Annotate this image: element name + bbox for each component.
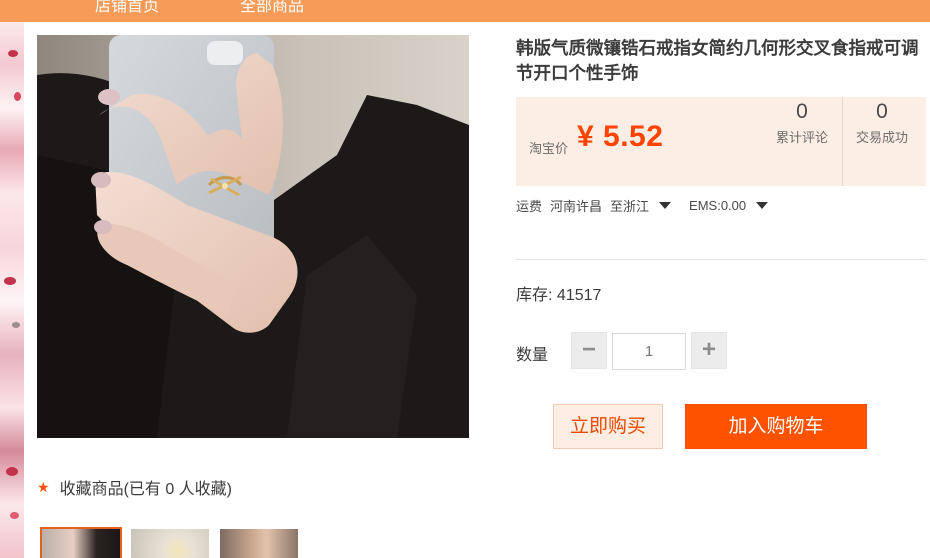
reviews-stat[interactable]: 0 累计评论: [762, 99, 842, 146]
side-decoration: [0, 22, 24, 558]
divider: [516, 259, 926, 260]
nav-all-products-link[interactable]: 全部商品: [240, 0, 304, 16]
dropdown-caret-icon[interactable]: [756, 202, 769, 209]
reviews-label: 累计评论: [775, 130, 828, 145]
favorite-text: 收藏商品(已有 0 人收藏): [59, 481, 233, 498]
sales-count: 0: [876, 100, 888, 123]
buy-now-button[interactable]: 立即购买: [553, 404, 663, 449]
thumbnail-3[interactable]: [218, 527, 300, 558]
sales-label: 交易成功: [855, 130, 908, 145]
ship-to[interactable]: 至浙江: [610, 196, 649, 215]
reviews-count: 0: [796, 100, 808, 123]
ring-photo: [37, 35, 469, 438]
shipping-label: 运费: [516, 199, 543, 214]
ship-from: 河南许昌: [550, 199, 603, 214]
price-label: 淘宝价: [529, 141, 569, 156]
minus-icon[interactable]: −: [571, 332, 607, 369]
ems-fee[interactable]: EMS:0.00: [689, 198, 746, 213]
favorite-row[interactable]: ★ 收藏商品(已有 0 人收藏): [37, 476, 233, 499]
plus-icon[interactable]: +: [691, 332, 727, 369]
nav-shop-home-link[interactable]: 店铺首页: [95, 0, 159, 16]
add-to-cart-button[interactable]: 加入购物车: [685, 404, 867, 449]
product-title: 韩版气质微镶锆石戒指女简约几何形交叉食指戒可调节开口个性手饰: [516, 38, 919, 83]
shipping-row: 运费 河南许昌 至浙江 EMS:0.00: [516, 196, 769, 215]
thumbnail-strip: [40, 527, 300, 558]
thumbnail-1[interactable]: [40, 527, 122, 558]
star-icon: ★: [37, 478, 50, 495]
sales-stat: 0 交易成功: [842, 99, 922, 146]
quantity-input[interactable]: [612, 333, 686, 370]
price-box: 淘宝价 ¥ 5.52 0 累计评论 0 交易成功: [516, 97, 926, 186]
quantity-label: 数量: [516, 347, 549, 364]
stock-info: 库存: 41517: [516, 287, 602, 304]
price-value: ¥ 5.52: [577, 120, 664, 153]
product-main-image[interactable]: [37, 35, 469, 438]
shop-nav-bar: 店铺首页 全部商品: [0, 0, 930, 22]
thumbnail-2[interactable]: [129, 527, 211, 558]
dropdown-caret-icon[interactable]: [659, 202, 672, 209]
